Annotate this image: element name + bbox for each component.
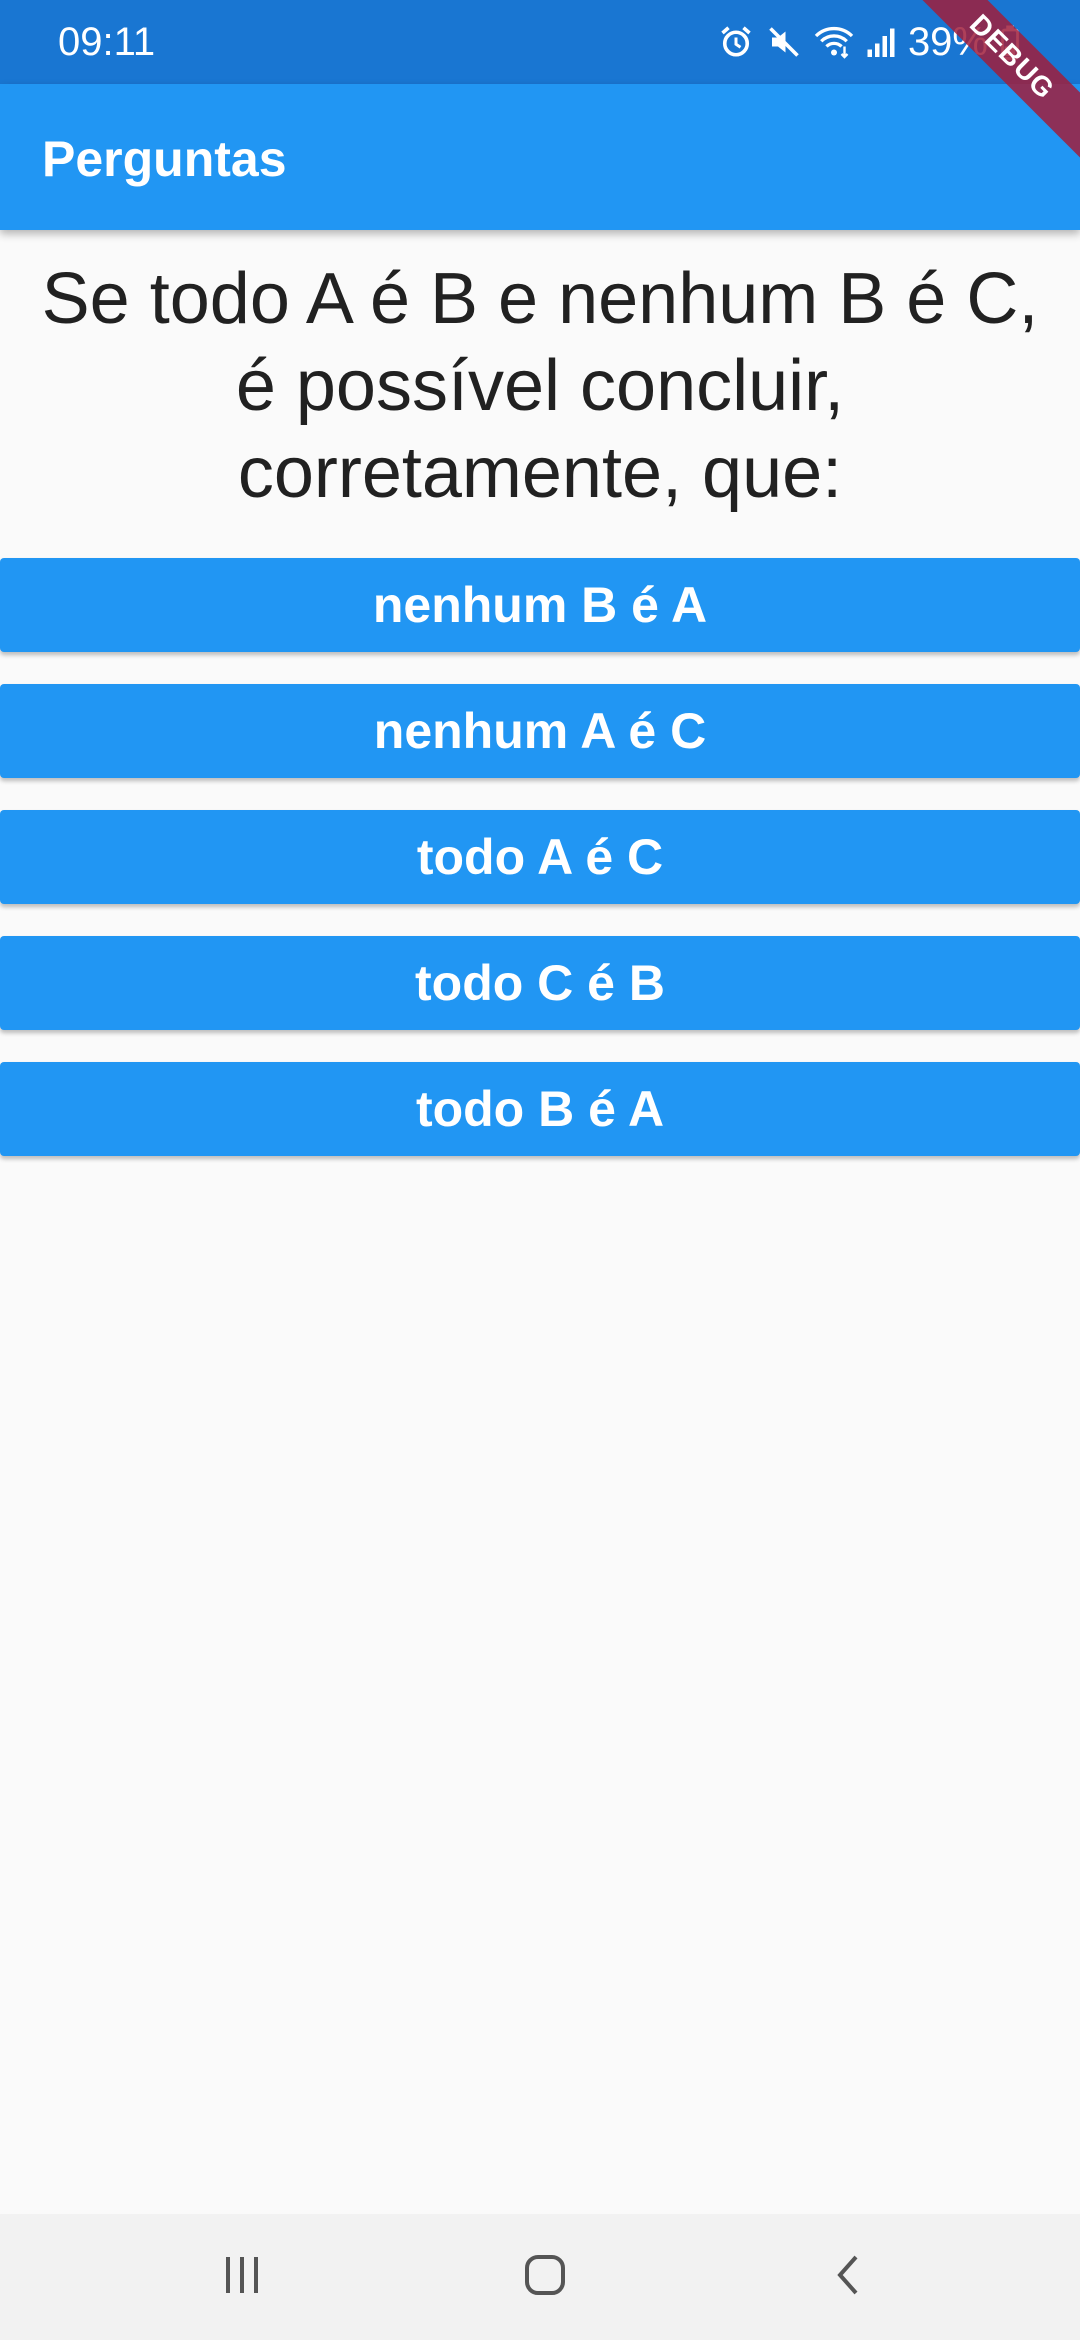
home-icon <box>521 2251 569 2304</box>
back-icon <box>828 2251 868 2304</box>
battery-percent: 39% <box>907 20 988 64</box>
question-text: Se todo A é B e nenhum B é C, é possível… <box>41 259 1039 513</box>
answer-list: nenhum B é A nenhum A é C todo A é C tod… <box>0 558 1080 1188</box>
recents-icon <box>220 2253 264 2302</box>
status-time: 09:11 <box>58 20 156 64</box>
signal-icon <box>866 24 896 60</box>
navigation-bar <box>0 2214 1080 2340</box>
answer-button-2[interactable]: nenhum A é C <box>0 684 1080 778</box>
status-icons: 39% <box>718 14 1020 70</box>
home-button[interactable] <box>485 2242 605 2312</box>
answer-button-4[interactable]: todo C é B <box>0 936 1080 1030</box>
app-screen: 09:11 39% Perguntas DEBUG Se todo A é B … <box>0 0 1080 2340</box>
status-bar: 09:11 39% <box>0 0 1080 84</box>
wifi-icon <box>814 24 854 60</box>
answer-button-5[interactable]: todo B é A <box>0 1062 1080 1156</box>
app-bar: Perguntas <box>0 84 1080 230</box>
app-bar-title: Perguntas <box>42 131 287 187</box>
battery-icon <box>1000 24 1020 60</box>
answer-button-1[interactable]: nenhum B é A <box>0 558 1080 652</box>
back-button[interactable] <box>788 2242 908 2312</box>
answer-button-3[interactable]: todo A é C <box>0 810 1080 904</box>
alarm-icon <box>718 24 754 60</box>
recents-button[interactable] <box>182 2242 302 2312</box>
mute-icon <box>766 24 802 60</box>
